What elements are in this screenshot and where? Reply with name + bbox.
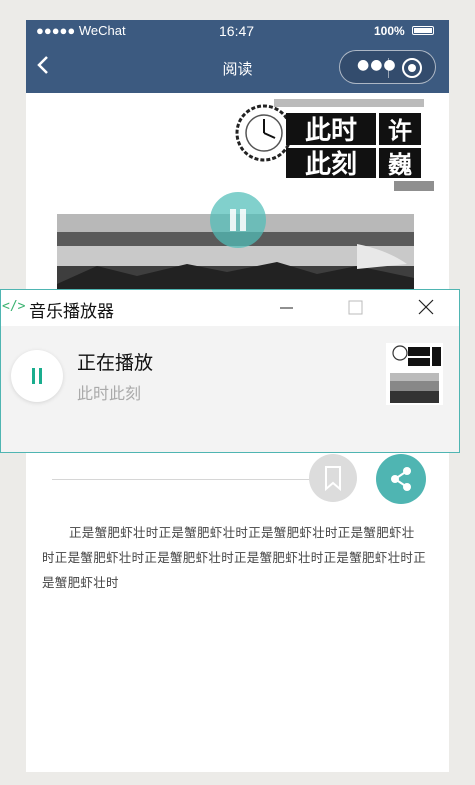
code-icon: </> xyxy=(2,299,26,314)
track-title: 此时此刻 xyxy=(77,384,142,403)
music-player-window: </> 音乐播放器 正在播放 此时此刻 xyxy=(0,289,460,453)
bookmark-icon xyxy=(325,466,341,492)
window-titlebar: </> 音乐播放器 xyxy=(1,290,459,326)
minimize-button[interactable] xyxy=(263,290,309,326)
more-button[interactable]: ●●● xyxy=(357,57,397,73)
minimize-icon xyxy=(280,307,293,309)
close-window-button[interactable] xyxy=(402,290,448,326)
status-bar: ●●●●● WeChat 16:47 100% xyxy=(26,20,449,42)
play-pause-overlay-button[interactable] xyxy=(210,192,266,248)
carrier-label: ●●●●● WeChat xyxy=(36,23,126,38)
bookmark-button[interactable] xyxy=(309,454,357,502)
maximize-icon xyxy=(348,300,363,315)
share-button[interactable] xyxy=(376,454,426,504)
close-icon xyxy=(418,299,434,315)
mini-program-capsule: ●●● xyxy=(339,50,436,84)
playback-status: 正在播放 xyxy=(77,352,154,374)
close-button[interactable] xyxy=(402,58,422,78)
svg-text:此时: 此时 xyxy=(305,116,357,146)
divider-line xyxy=(52,479,342,480)
window-title: 音乐播放器 xyxy=(29,302,114,322)
pause-button[interactable] xyxy=(11,350,63,402)
share-icon xyxy=(391,467,411,491)
svg-text:许: 许 xyxy=(388,117,412,145)
maximize-button[interactable] xyxy=(332,290,378,326)
svg-text:此刻: 此刻 xyxy=(305,149,357,180)
battery-percent: 100% xyxy=(374,24,405,38)
article-logo-image: 此时 此刻 许 巍 xyxy=(235,99,434,191)
article-body-text: 正是蟹肥虾壮时正是蟹肥虾壮时正是蟹肥虾壮时正是蟹肥虾壮时正是蟹肥虾壮时正是蟹肥虾… xyxy=(42,525,427,590)
svg-text:巍: 巍 xyxy=(388,151,412,179)
album-thumbnail xyxy=(386,343,443,405)
capsule-divider xyxy=(388,58,389,78)
clock: 16:47 xyxy=(219,23,255,39)
nav-bar: 阅读 ●●● xyxy=(26,42,449,93)
battery-icon xyxy=(412,26,434,35)
